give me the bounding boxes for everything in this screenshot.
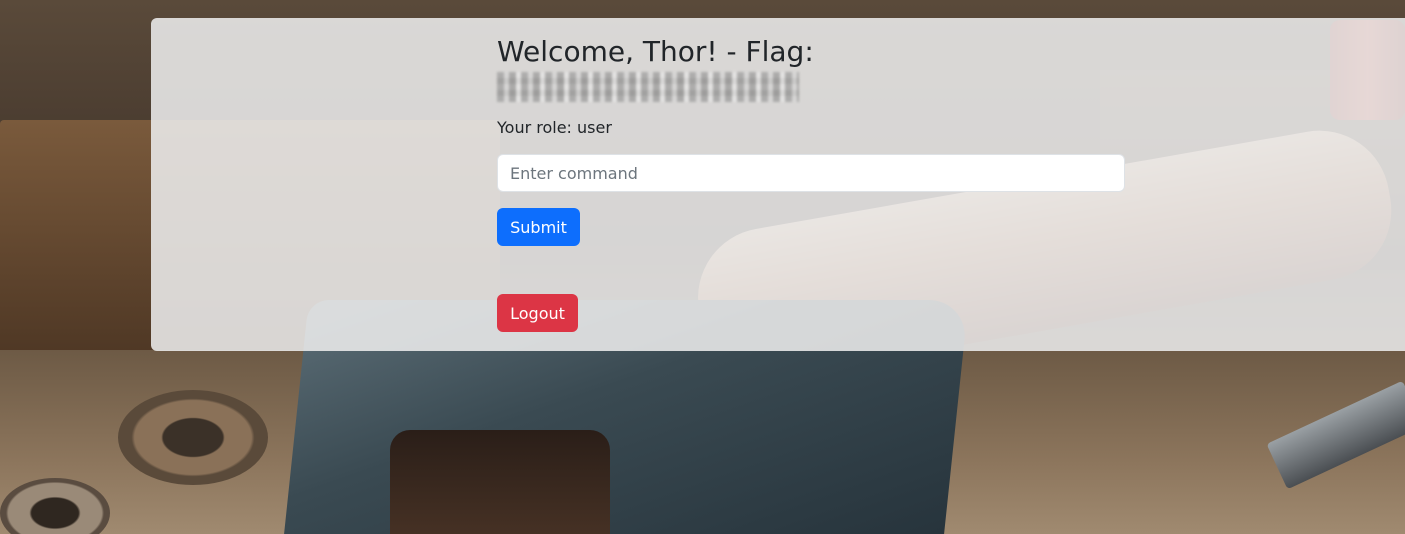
logout-button[interactable]: Logout: [497, 294, 578, 332]
command-input[interactable]: [497, 154, 1125, 192]
flag-value-blurred: [497, 72, 799, 102]
metal-ring: [118, 390, 268, 485]
user-role-text: Your role: user: [497, 118, 612, 137]
hammer-head-face: [390, 430, 610, 534]
page-title: Welcome, Thor! - Flag:: [497, 35, 814, 68]
submit-button[interactable]: Submit: [497, 208, 580, 246]
content-column: Welcome, Thor! - Flag: Your role: user S…: [497, 34, 1125, 332]
